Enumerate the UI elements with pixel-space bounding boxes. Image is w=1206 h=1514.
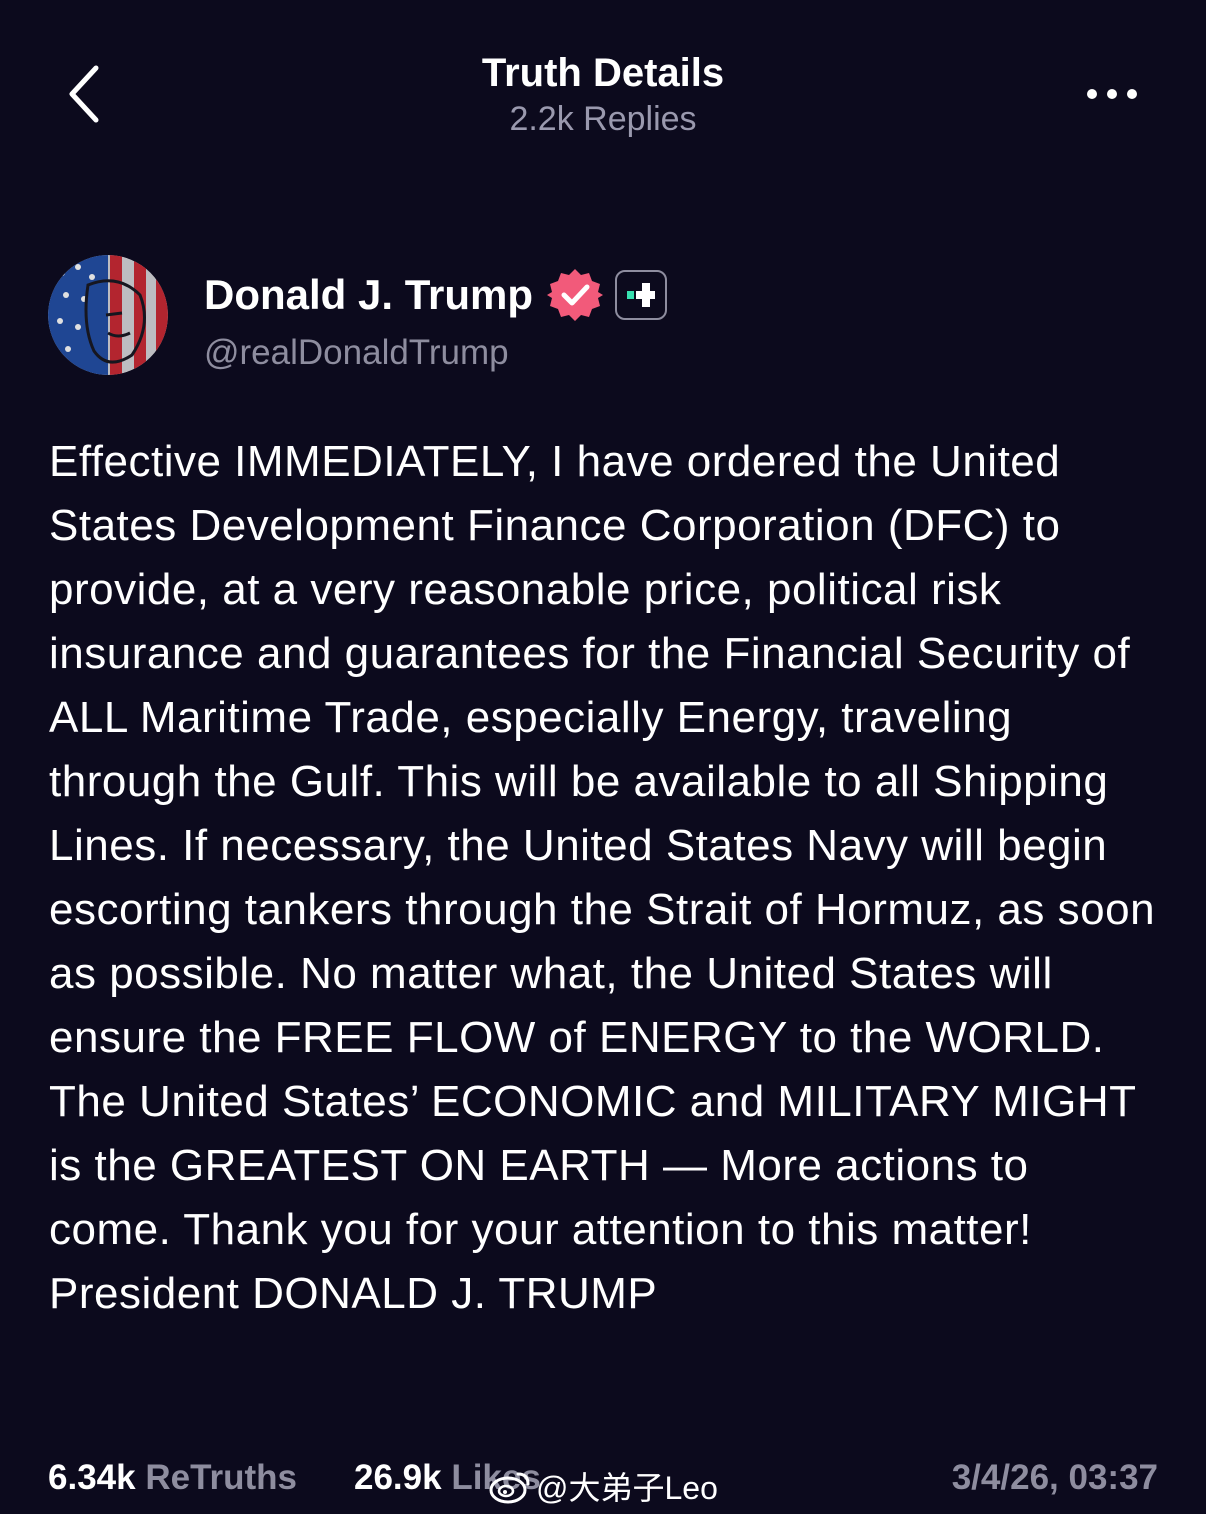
more-horizontal-icon[interactable] bbox=[1080, 80, 1144, 108]
header-titles: Truth Details 2.2k Replies bbox=[0, 50, 1206, 140]
author-name-row: Donald J. Trump bbox=[204, 265, 668, 325]
watermark: @大弟子Leo bbox=[488, 1462, 718, 1510]
likes-count: 26.9k bbox=[354, 1458, 442, 1497]
post-text: Effective IMMEDIATELY, I have ordered th… bbox=[49, 437, 1156, 1318]
watermark-text: @大弟子Leo bbox=[536, 1470, 718, 1506]
retruths-label: ReTruths bbox=[145, 1458, 298, 1497]
weibo-icon bbox=[489, 1472, 530, 1504]
retruths-stat[interactable]: 6.34k ReTruths bbox=[48, 1450, 297, 1506]
replies-count[interactable]: 2.2k Replies bbox=[0, 98, 1206, 140]
post-timestamp: 3/4/26, 03:37 bbox=[951, 1458, 1158, 1497]
author-name[interactable]: Donald J. Trump bbox=[204, 271, 533, 319]
author-handle[interactable]: @realDonaldTrump bbox=[204, 333, 509, 373]
avatar[interactable] bbox=[48, 255, 168, 375]
truth-plus-icon bbox=[615, 270, 668, 320]
page-title: Truth Details bbox=[481, 51, 725, 95]
retruths-count: 6.34k bbox=[48, 1458, 136, 1497]
top-bar: Truth Details 2.2k Replies bbox=[0, 0, 1206, 170]
author-block: Donald J. Trump @realDonaldTrump bbox=[48, 255, 1158, 385]
verified-badge-icon bbox=[547, 269, 604, 321]
